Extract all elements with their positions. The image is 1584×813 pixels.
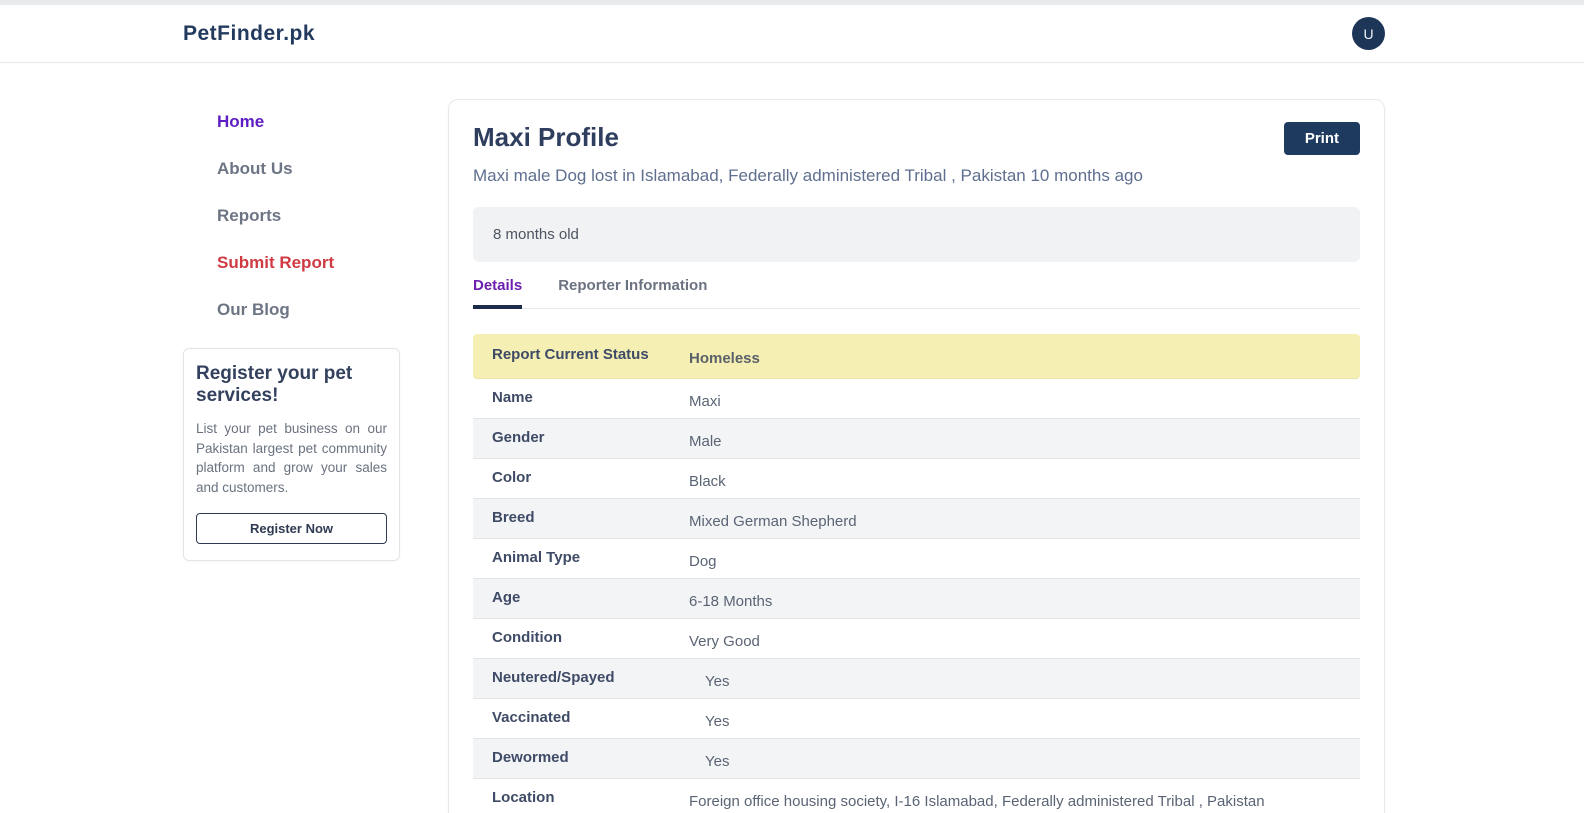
age-banner: 8 months old	[473, 207, 1360, 262]
row-value: Yes	[689, 739, 1360, 778]
sidebar-item-reports[interactable]: Reports	[217, 207, 400, 224]
table-row-breed: Breed Mixed German Shepherd	[473, 499, 1360, 539]
row-value: Homeless	[689, 334, 1360, 378]
tab-bar: Details Reporter Information	[473, 277, 1360, 309]
row-label: Condition	[473, 619, 689, 658]
row-value: 6-18 Months	[689, 579, 1360, 618]
row-value: Maxi	[689, 379, 1360, 418]
table-row-neutered-spayed: Neutered/Spayed Yes	[473, 659, 1360, 699]
navbar: PetFinder.pk U	[0, 5, 1584, 63]
row-label: Location	[473, 779, 689, 813]
row-value: Yes	[689, 699, 1360, 738]
table-row-status: Report Current Status Homeless	[473, 334, 1360, 379]
row-label: Neutered/Spayed	[473, 659, 689, 698]
sidebar: Home About Us Reports Submit Report Our …	[183, 99, 400, 561]
row-label: Report Current Status	[473, 334, 689, 378]
sidebar-item-about-us[interactable]: About Us	[217, 160, 400, 177]
print-button[interactable]: Print	[1284, 122, 1360, 155]
row-value: Dog	[689, 539, 1360, 578]
table-row-name: Name Maxi	[473, 379, 1360, 419]
row-label: Animal Type	[473, 539, 689, 578]
table-row-dewormed: Dewormed Yes	[473, 739, 1360, 779]
row-value: Very Good	[689, 619, 1360, 658]
user-avatar[interactable]: U	[1352, 17, 1385, 50]
register-now-button[interactable]: Register Now	[196, 513, 387, 544]
row-label: Dewormed	[473, 739, 689, 778]
row-label: Color	[473, 459, 689, 498]
row-value: Yes	[689, 659, 1360, 698]
row-label: Gender	[473, 419, 689, 458]
row-value: Foreign office housing society, I-16 Isl…	[689, 779, 1360, 813]
promo-body: List your pet business on our Pakistan l…	[196, 419, 387, 497]
sidebar-item-home[interactable]: Home	[217, 113, 400, 130]
profile-card: Maxi Profile Print Maxi male Dog lost in…	[448, 99, 1385, 813]
sidebar-nav: Home About Us Reports Submit Report Our …	[183, 99, 400, 318]
row-value: Black	[689, 459, 1360, 498]
table-row-age: Age 6-18 Months	[473, 579, 1360, 619]
row-value: Male	[689, 419, 1360, 458]
table-row-vaccinated: Vaccinated Yes	[473, 699, 1360, 739]
table-row-color: Color Black	[473, 459, 1360, 499]
table-row-condition: Condition Very Good	[473, 619, 1360, 659]
sidebar-item-our-blog[interactable]: Our Blog	[217, 301, 400, 318]
row-label: Vaccinated	[473, 699, 689, 738]
profile-subtitle: Maxi male Dog lost in Islamabad, Federal…	[473, 166, 1360, 186]
brand-logo[interactable]: PetFinder.pk	[183, 22, 315, 46]
details-table: Report Current Status Homeless Name Maxi…	[473, 334, 1360, 813]
table-row-location: Location Foreign office housing society,…	[473, 779, 1360, 813]
page-layout: Home About Us Reports Submit Report Our …	[0, 63, 1584, 813]
page-title: Maxi Profile	[473, 122, 1360, 153]
tab-reporter-information[interactable]: Reporter Information	[558, 277, 707, 309]
promo-title: Register your pet services!	[196, 363, 387, 407]
table-row-gender: Gender Male	[473, 419, 1360, 459]
register-services-card: Register your pet services! List your pe…	[183, 348, 400, 561]
table-row-animal-type: Animal Type Dog	[473, 539, 1360, 579]
row-value: Mixed German Shepherd	[689, 499, 1360, 538]
tab-details[interactable]: Details	[473, 277, 522, 309]
sidebar-item-submit-report[interactable]: Submit Report	[217, 254, 400, 271]
row-label: Name	[473, 379, 689, 418]
row-label: Breed	[473, 499, 689, 538]
row-label: Age	[473, 579, 689, 618]
